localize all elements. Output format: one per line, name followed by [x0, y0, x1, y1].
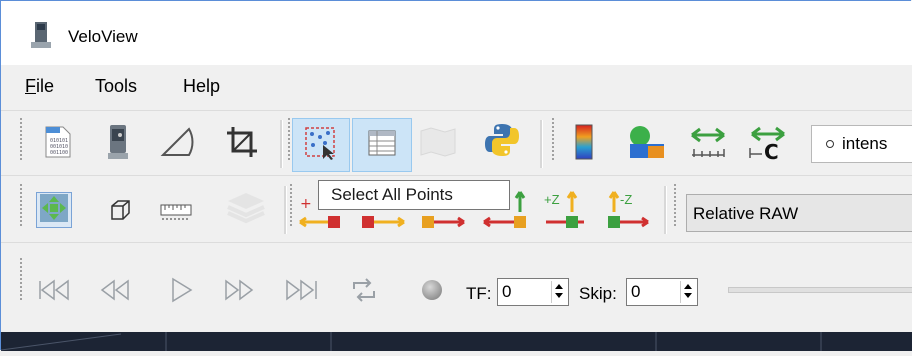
- reset-camera-button[interactable]: [36, 192, 72, 228]
- mode-value: Relative RAW: [693, 204, 799, 223]
- record-button[interactable]: [414, 274, 450, 310]
- loop-icon: [350, 277, 378, 308]
- veloview-app-icon: [31, 22, 51, 48]
- python-shell-icon: [484, 122, 520, 163]
- tooltip: Select All Points: [318, 180, 510, 210]
- window-title: VeloView: [68, 27, 138, 46]
- open-pcap-icon: 010101 001010 001100: [43, 125, 73, 164]
- select-points-button[interactable]: [292, 118, 350, 172]
- mode-dropdown[interactable]: Relative RAW: [686, 194, 912, 232]
- toolbar-grip[interactable]: [288, 118, 291, 162]
- menu-tools[interactable]: Tools: [95, 76, 137, 97]
- svg-text:C: C: [764, 140, 779, 160]
- skip-value: 0: [631, 282, 641, 301]
- spreadsheet-view-button[interactable]: [352, 118, 412, 172]
- menu-file[interactable]: File: [25, 76, 54, 97]
- map-button: [420, 126, 456, 162]
- viewport-grid-lines: [0, 332, 822, 351]
- map-icon: [419, 126, 457, 162]
- ruler-button[interactable]: [158, 194, 194, 230]
- sensor-stream-icon: [108, 124, 128, 164]
- select-points-icon: [303, 125, 339, 166]
- timeline-slider[interactable]: [728, 287, 912, 293]
- menu-help[interactable]: Help: [183, 76, 220, 97]
- menu-file-mnemonic: F: [25, 76, 36, 96]
- tf-spinbox[interactable]: 0: [497, 278, 569, 306]
- view-minus-z-button[interactable]: -Z: [604, 190, 652, 232]
- color-legend-icon: [574, 124, 594, 165]
- calibration-button[interactable]: [159, 126, 195, 162]
- render-viewport[interactable]: [0, 332, 912, 351]
- layers-icon: [226, 191, 266, 230]
- python-shell-button[interactable]: [484, 122, 520, 163]
- color-by-value: intens: [842, 134, 888, 153]
- toolbar-separator: [540, 120, 543, 168]
- ruler-icon: [160, 199, 192, 226]
- scalar-color-button[interactable]: [626, 124, 666, 165]
- svg-text:001100: 001100: [50, 150, 68, 156]
- first-frame-icon: [38, 279, 70, 306]
- crop-button[interactable]: [224, 126, 260, 162]
- measure-distance-icon: [688, 125, 728, 164]
- reset-camera-icon: [39, 193, 69, 228]
- tf-label: TF:: [466, 284, 492, 303]
- layers-button: [226, 191, 266, 230]
- toolbar-separator: [280, 120, 283, 168]
- play-button[interactable]: [164, 274, 200, 310]
- toolbar-grip[interactable]: [552, 118, 555, 162]
- color-by-dropdown[interactable]: intens: [811, 125, 912, 163]
- spin-down-icon: [684, 293, 692, 298]
- svg-text:+: +: [300, 196, 312, 212]
- next-frame-button[interactable]: [222, 274, 258, 310]
- spin-down-icon: [555, 293, 563, 298]
- point-data-icon: [826, 140, 834, 148]
- toolbar-grip[interactable]: [20, 118, 23, 162]
- view-plus-z-button[interactable]: +Z: [542, 190, 590, 232]
- plus-z-label: +Z: [544, 192, 560, 207]
- scalar-color-icon: [626, 124, 666, 165]
- loop-button[interactable]: [346, 274, 382, 310]
- fast-forward-icon: [224, 279, 256, 306]
- skip-spin-arrows[interactable]: [680, 281, 695, 303]
- calibration-protractor-icon: [159, 125, 195, 164]
- toolbar-grip[interactable]: [20, 184, 23, 228]
- tf-spin-arrows[interactable]: [551, 281, 566, 303]
- last-frame-button[interactable]: [284, 274, 320, 310]
- spin-up-icon: [684, 284, 692, 289]
- menu-file-label: ile: [36, 76, 55, 96]
- menu-bar: [1, 66, 912, 110]
- record-icon: [421, 279, 443, 306]
- toolbar-separator: [284, 186, 287, 234]
- skip-label: Skip:: [579, 284, 617, 303]
- cube-view-button[interactable]: [102, 194, 138, 230]
- measure-distance-button[interactable]: [690, 126, 726, 162]
- first-frame-button[interactable]: [36, 274, 72, 310]
- sensor-stream-button[interactable]: [100, 124, 136, 164]
- toolbar-grip[interactable]: [290, 184, 293, 228]
- toolbar-grip[interactable]: [20, 258, 23, 302]
- measure-c-icon: C: [748, 124, 792, 165]
- last-frame-icon: [285, 279, 319, 306]
- cube-view-icon: [108, 198, 132, 227]
- toolbar-separator: [664, 186, 667, 234]
- crop-icon: [225, 125, 259, 164]
- spreadsheet-icon: [368, 130, 396, 161]
- play-icon: [169, 277, 195, 308]
- toolbar-grip[interactable]: [674, 184, 677, 228]
- measure-c-button[interactable]: C: [749, 126, 788, 164]
- spin-up-icon: [555, 284, 563, 289]
- skip-spinbox[interactable]: 0: [626, 278, 698, 306]
- previous-frame-button[interactable]: [96, 274, 132, 310]
- rewind-icon: [98, 279, 130, 306]
- open-pcap-button[interactable]: 010101 001010 001100: [40, 126, 76, 162]
- color-legend-button[interactable]: [566, 124, 602, 165]
- tf-value: 0: [502, 282, 512, 301]
- minus-z-label: -Z: [620, 192, 633, 207]
